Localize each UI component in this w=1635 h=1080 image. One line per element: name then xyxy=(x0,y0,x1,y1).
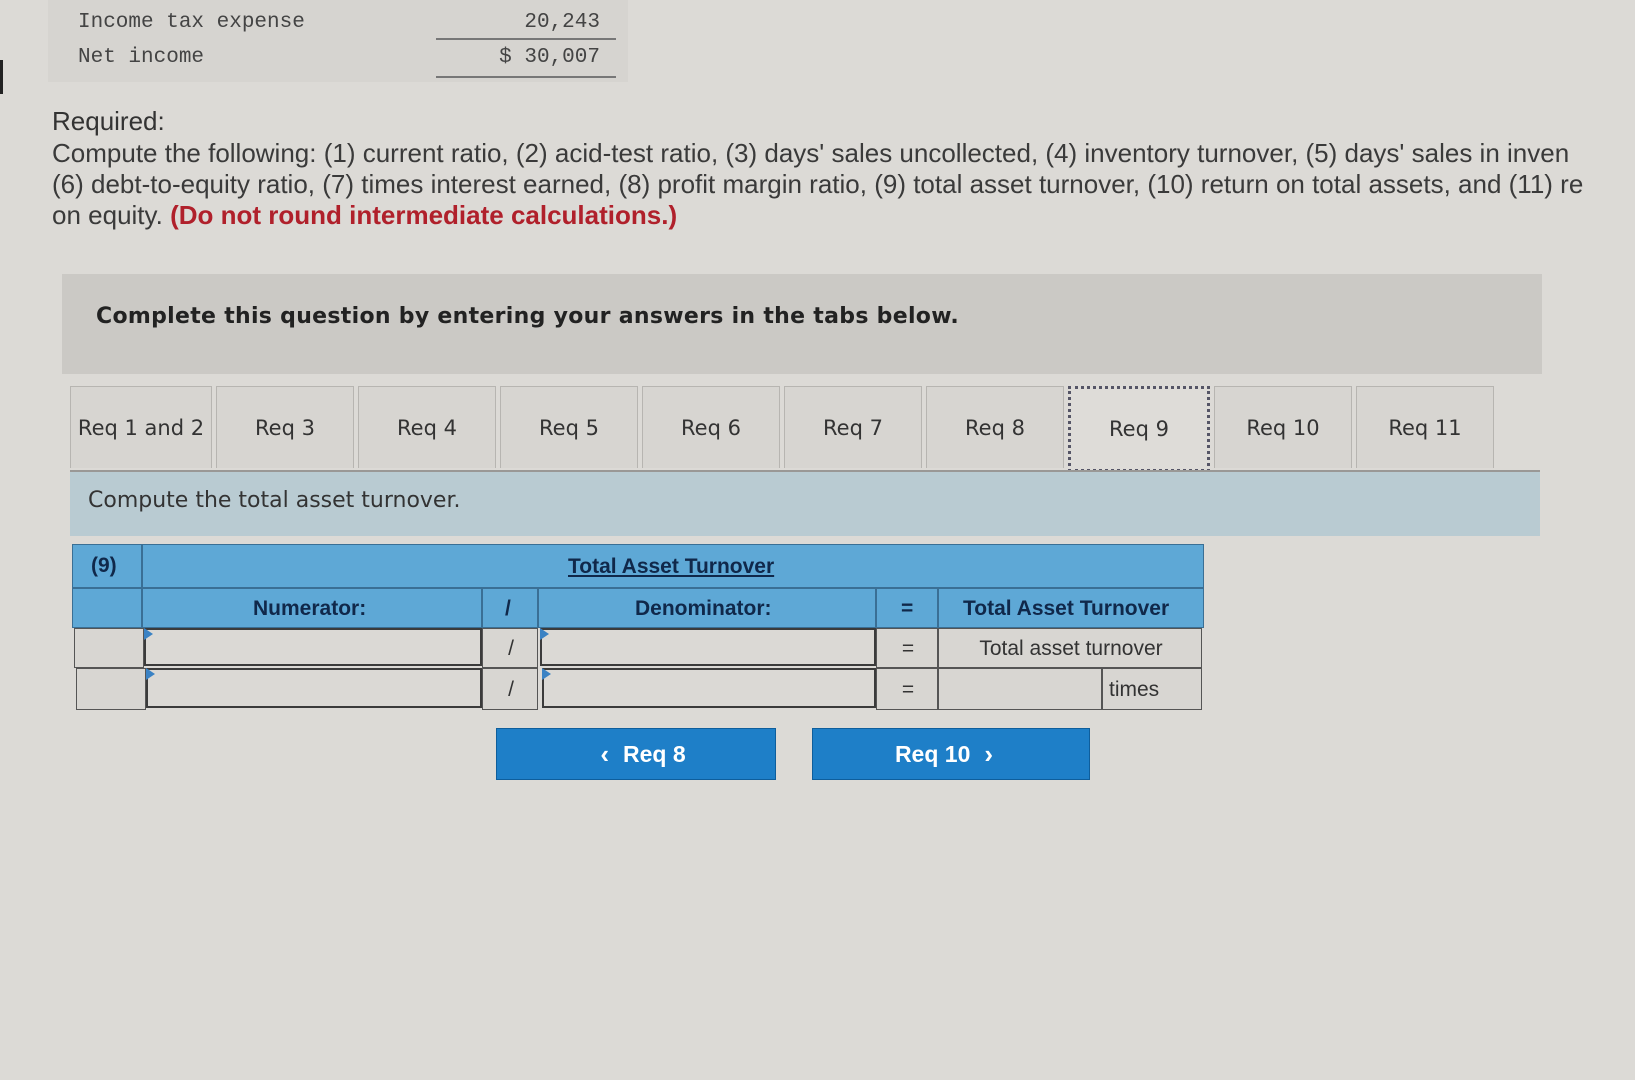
instruction-box: Complete this question by entering your … xyxy=(62,274,1542,374)
statement-value: $ 30,007 xyxy=(499,46,600,69)
tab-req-5[interactable]: Req 5 xyxy=(500,386,638,468)
statement-row-net-income: Net income $ 30,007 xyxy=(48,40,628,74)
equals-header-cell: = xyxy=(876,588,938,628)
result-header: Total Asset Turnover xyxy=(963,597,1170,620)
required-line-text: on equity. xyxy=(52,200,163,230)
tab-req-7[interactable]: Req 7 xyxy=(784,386,922,468)
numerator-header: Numerator: xyxy=(253,597,367,620)
divide-cell: / xyxy=(482,628,538,668)
required-line: on equity. (Do not round intermediate ca… xyxy=(52,200,1635,231)
result-label: Total asset turnover xyxy=(979,637,1163,660)
tab-req-4[interactable]: Req 4 xyxy=(358,386,496,468)
denominator-header: Denominator: xyxy=(635,597,772,620)
statement-row-income-tax: Income tax expense 20,243 xyxy=(48,5,628,39)
equals-cell: = xyxy=(876,628,938,668)
numerator-input-1[interactable] xyxy=(144,628,482,666)
numerator-input-2[interactable] xyxy=(146,668,482,708)
prev-req-label: Req 8 xyxy=(623,740,686,767)
item-number-cell: (9) xyxy=(72,544,142,588)
divide-header-cell: / xyxy=(482,588,538,628)
chevron-right-icon: › xyxy=(984,738,994,769)
divide-symbol: / xyxy=(508,637,514,660)
instruction-text: Complete this question by entering your … xyxy=(96,304,960,329)
tab-req-8[interactable]: Req 8 xyxy=(926,386,1064,468)
next-req-button[interactable]: Req 10 › xyxy=(812,728,1090,780)
table-title: Total Asset Turnover xyxy=(568,555,775,578)
equals-cell: = xyxy=(876,668,938,710)
equals-symbol: = xyxy=(901,597,914,620)
result-label-cell: Total asset turnover xyxy=(938,628,1202,668)
row-label-cell xyxy=(76,668,146,710)
item-number: (9) xyxy=(91,554,117,577)
statement-label: Net income xyxy=(78,46,205,69)
required-instructions: Compute the following: (1) current ratio… xyxy=(52,138,1635,231)
statement-value: 20,243 xyxy=(524,11,600,34)
next-req-label: Req 10 xyxy=(894,740,971,767)
total-underline xyxy=(436,76,616,78)
tab-req-11[interactable]: Req 11 xyxy=(1356,386,1494,468)
denominator-input-2[interactable] xyxy=(542,668,876,708)
prompt-text: Compute the total asset turnover. xyxy=(88,488,461,513)
divide-symbol: / xyxy=(505,597,511,620)
numerator-header-cell: Numerator: xyxy=(142,588,482,628)
tab-req-3[interactable]: Req 3 xyxy=(216,386,354,468)
required-line: (6) debt-to-equity ratio, (7) times inte… xyxy=(52,169,1584,199)
required-heading: Required: xyxy=(52,106,165,136)
unit-label: times xyxy=(1109,678,1160,701)
header-blank-cell xyxy=(72,588,142,628)
tab-req-9[interactable]: Req 9 xyxy=(1068,386,1210,472)
chevron-left-icon: ‹ xyxy=(600,738,610,769)
tab-req-1-and-2[interactable]: Req 1 and 2 xyxy=(70,386,212,468)
tab-req-6[interactable]: Req 6 xyxy=(642,386,780,468)
statement-label: Income tax expense xyxy=(78,11,305,34)
prev-req-button[interactable]: ‹ Req 8 xyxy=(496,728,776,780)
prompt-bar: Compute the total asset turnover. xyxy=(70,472,1540,536)
table-title-cell: Total Asset Turnover xyxy=(142,544,1204,588)
income-statement: Income tax expense 20,243 Net income $ 3… xyxy=(48,0,628,82)
denominator-input-1[interactable] xyxy=(540,628,876,666)
divide-symbol: / xyxy=(508,678,514,701)
divide-cell: / xyxy=(482,668,538,710)
unit-cell: times xyxy=(1102,668,1202,710)
denominator-header-cell: Denominator: xyxy=(538,588,876,628)
rounding-warning: (Do not round intermediate calculations.… xyxy=(170,200,678,230)
row-label-cell xyxy=(74,628,144,668)
result-header-cell: Total Asset Turnover xyxy=(938,588,1204,628)
result-input[interactable] xyxy=(938,668,1102,710)
equals-symbol: = xyxy=(901,678,915,701)
tab-req-10[interactable]: Req 10 xyxy=(1214,386,1352,468)
required-line: Compute the following: (1) current ratio… xyxy=(52,138,1570,168)
equals-symbol: = xyxy=(901,637,915,660)
window-edge xyxy=(0,60,3,94)
